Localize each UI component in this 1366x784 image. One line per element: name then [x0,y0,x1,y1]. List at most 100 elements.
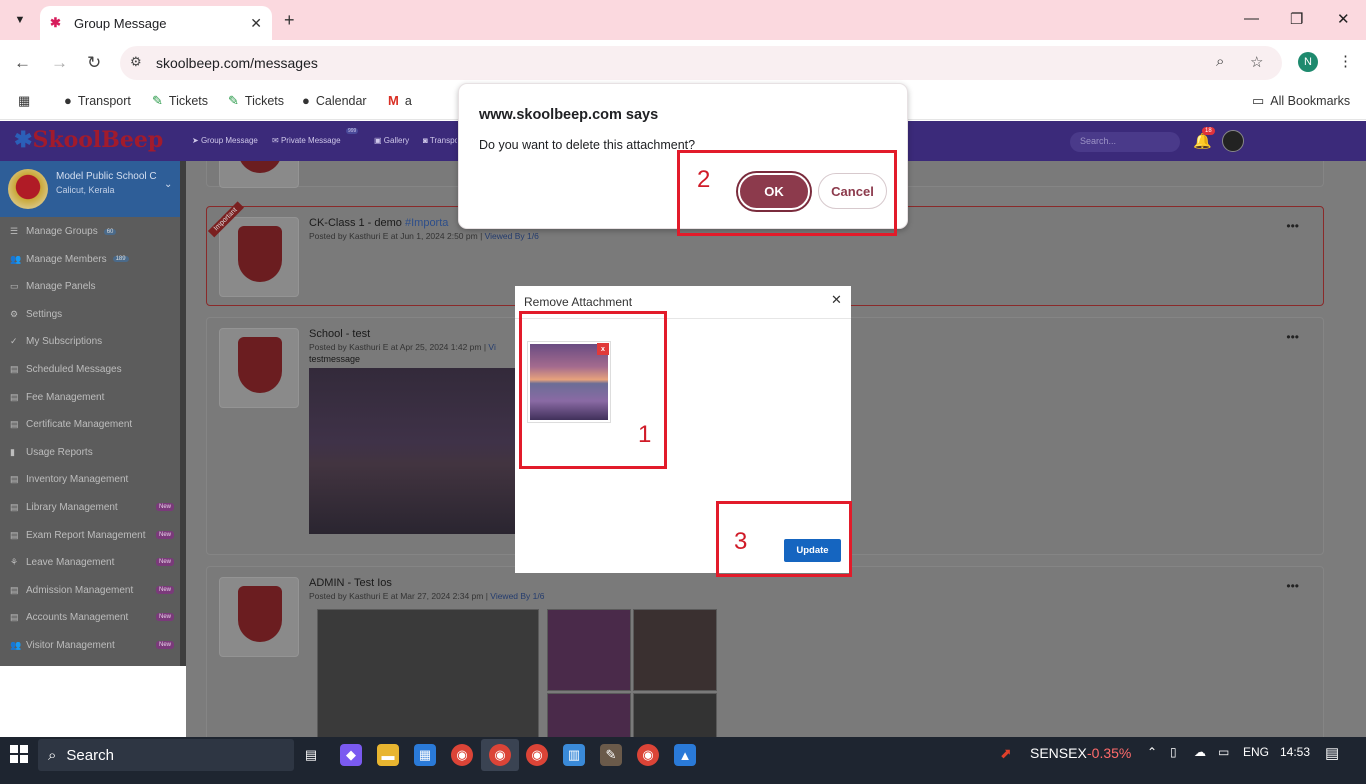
bookmark-star-icon[interactable]: ☆ [1250,53,1263,71]
windows-start-icon[interactable] [10,745,28,763]
nav-group-message[interactable]: ➤ Group Message [192,136,258,145]
file-explorer-icon[interactable]: ▬ [377,744,399,766]
sidebar-item[interactable]: ☰ Manage Groups 60 [0,218,186,245]
taskbar-search[interactable]: ⌕ Search [38,739,294,771]
post-menu-icon[interactable]: ••• [1286,219,1299,233]
tickets-icon: ✎ [152,93,163,108]
nav-private-message[interactable]: ✉ Private Message [272,136,341,145]
tab-close-icon[interactable]: ✕ [250,15,262,32]
chrome-icon[interactable]: ◉ [489,744,511,766]
clock[interactable]: 14:53 [1280,745,1310,759]
viewed-by-link[interactable]: Viewed By 1/6 [485,231,539,241]
sidebar-blank-area [0,666,186,736]
profile-avatar[interactable]: N [1298,52,1318,72]
sidebar-item[interactable]: 👥 Visitor Management New [0,632,186,659]
post-menu-icon[interactable]: ••• [1286,330,1299,344]
device-icon[interactable]: ▯ [1170,745,1177,759]
sidebar-item[interactable]: ⚙ Settings [0,301,186,328]
task-view-icon[interactable]: ▤ [300,744,322,766]
post-image[interactable] [547,609,631,691]
tray-chevron-icon[interactable]: ⌃ [1147,745,1157,759]
bookmark-tickets-2[interactable]: ✎ Tickets [228,93,284,109]
sidebar-item[interactable]: ▤ Certificate Management [0,411,186,438]
forward-arrow-icon[interactable]: → [51,53,68,73]
notepad-icon[interactable]: ▥ [563,744,585,766]
sidebar-count-badge: 189 [112,256,129,263]
sidebar-item[interactable]: ▤ Library Management New [0,494,186,521]
back-arrow-icon[interactable]: ← [14,53,31,73]
globe-icon: ● [64,93,72,108]
nav-transport[interactable]: ◙ Transport [423,136,457,145]
school-location: Calicut, Kerala [56,185,115,195]
paint-icon[interactable]: ✎ [600,744,622,766]
photos-icon[interactable]: ▲ [674,744,696,766]
battery-icon[interactable]: ▭ [1218,745,1229,759]
bookmark-tickets-1[interactable]: ✎ Tickets [152,93,208,109]
address-bar[interactable]: ⚙ skoolbeep.com/messages ⌕ ☆ [120,46,1282,80]
viewed-by-link[interactable]: Viewed By 1/6 [490,591,544,601]
minimize-icon[interactable]: — [1244,10,1259,27]
post-image[interactable] [547,693,631,737]
sidebar-item[interactable]: ▤ Inventory Management [0,466,186,493]
post-card[interactable]: ADMIN - Test Ios Posted by Kasthuri E at… [206,566,1324,737]
viewed-by-link[interactable]: Vi [488,342,495,352]
restore-icon[interactable]: ❐ [1290,10,1303,28]
sidebar-item[interactable]: ▤ Exam Report Management New [0,522,186,549]
search-icon: ⌕ [48,746,57,764]
sensex-label[interactable]: SENSEX [1030,745,1087,761]
new-tab-plus-icon[interactable]: + [284,10,295,31]
site-info-icon[interactable]: ⚙ [130,54,142,70]
stock-chart-icon: ⬈ [1000,745,1012,761]
bookmark-calendar[interactable]: ● Calendar [302,93,367,108]
sidebar-item[interactable]: ▤ Fee Management [0,384,186,411]
sidebar-item[interactable]: ▤ Scheduled Messages [0,356,186,383]
sidebar-item[interactable]: 👥 Manage Members 189 [0,246,186,273]
header-search-input[interactable]: Search... [1070,132,1180,152]
chrome-icon[interactable]: ◉ [451,744,473,766]
bookmark-gmail[interactable]: Ma [388,93,412,108]
post-image[interactable] [633,609,717,691]
nav-gallery[interactable]: ▣ Gallery [374,136,409,145]
more-images-tile[interactable] [633,693,717,737]
sidebar-item[interactable]: ✓ My Subscriptions [0,328,186,355]
notification-center-icon[interactable]: ▤ [1325,744,1339,762]
bookmark-transport[interactable]: ● Transport [64,93,131,108]
sidebar-count-badge: 60 [103,228,117,235]
school-name: Model Public School C [56,171,157,182]
browser-tab[interactable]: ✱ Group Message ✕ [40,6,272,40]
zoom-icon[interactable]: ⌕ [1216,53,1224,70]
copilot-icon[interactable]: ◆ [340,744,362,766]
sidebar-item-icon: ▤ [10,502,19,512]
post-meta: Posted by Kasthuri E at Apr 25, 2024 1:4… [309,342,496,352]
sidebar-item-label: Library Management [26,502,118,513]
image-icon: ▣ [374,136,384,145]
apps-grid-icon[interactable]: ▦ [18,93,30,109]
network-icon[interactable]: ☁ [1194,745,1206,759]
post-image[interactable] [317,609,539,737]
language-indicator[interactable]: ENG [1243,745,1269,759]
group-crest-icon [219,217,299,297]
chrome-icon[interactable]: ◉ [637,744,659,766]
chrome-menu-icon[interactable]: ⋮ [1338,52,1353,70]
store-icon[interactable]: ▦ [414,744,436,766]
tab-search-chevron-icon[interactable]: ▼ [8,8,32,32]
school-selector[interactable]: Model Public School C Calicut, Kerala ⌄ [0,161,186,217]
sidebar-item[interactable]: ▮ Usage Reports [0,439,186,466]
all-bookmarks[interactable]: ▭ All Bookmarks [1252,93,1350,109]
chrome-icon[interactable]: ◉ [526,744,548,766]
sidebar-item-icon: ▤ [10,584,19,595]
reload-icon[interactable]: ↻ [87,53,101,73]
sidebar-item[interactable]: ▭ Manage Panels [0,273,186,300]
post-menu-icon[interactable]: ••• [1286,579,1299,593]
modal-close-icon[interactable]: ✕ [831,292,842,308]
sidebar-item[interactable]: ▤ Admission Management New [0,577,186,604]
nav-label: Private Message [280,136,341,145]
close-window-icon[interactable]: ✕ [1337,10,1350,28]
sidebar-item[interactable]: ⚘ Leave Management New [0,549,186,576]
sidebar-item-label: Fee Management [26,391,105,403]
sidebar-item-icon: ☰ [10,226,19,236]
user-avatar[interactable] [1222,130,1244,152]
new-badge: New [156,613,175,622]
sidebar-item[interactable]: ▤ Accounts Management New [0,604,186,631]
skoolbeep-logo[interactable]: ✱SkoolBeep [14,127,163,153]
